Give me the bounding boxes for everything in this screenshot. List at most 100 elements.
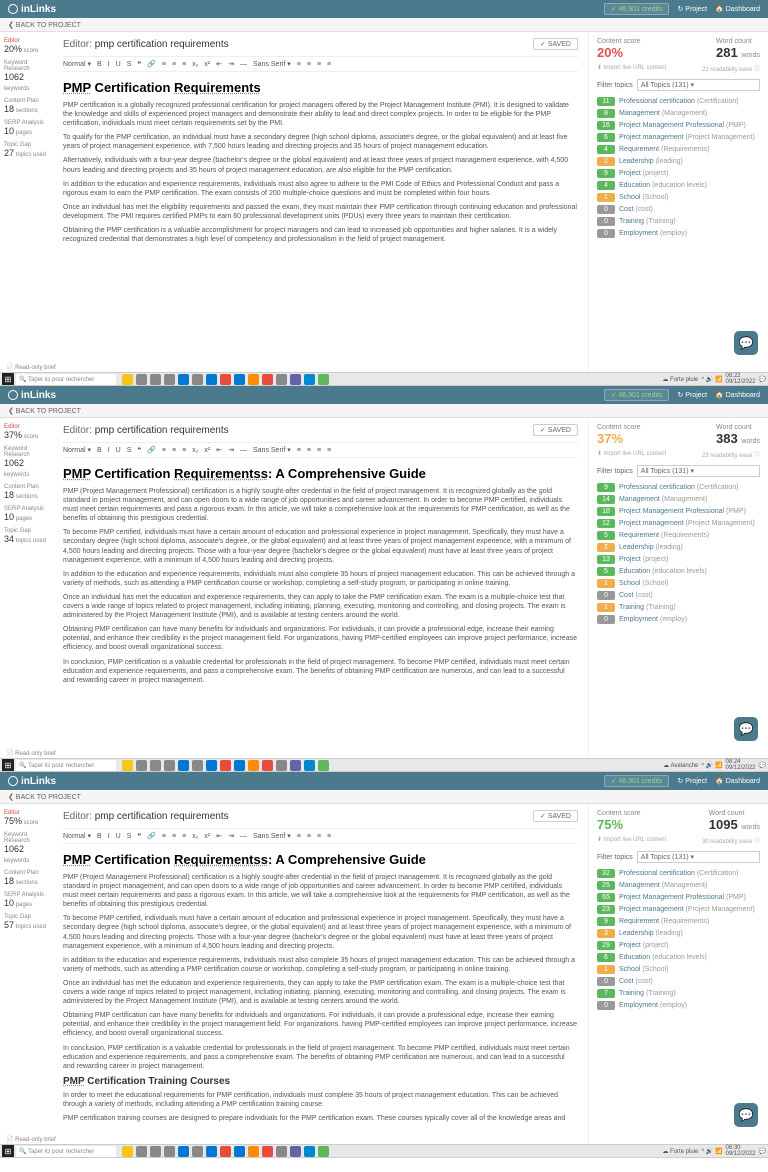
toolbar-btn-6[interactable]: ≡	[162, 61, 166, 68]
toolbar-btn-2[interactable]: U	[116, 61, 121, 68]
content-paragraph[interactable]: PMP (Project Management Professional) ce…	[63, 873, 578, 909]
toolbar-btn-10[interactable]: x²	[204, 61, 210, 68]
chat-fab[interactable]: 💬	[734, 1103, 758, 1127]
back-to-project[interactable]: ❮ BACK TO PROJECT	[8, 793, 81, 801]
topic-row[interactable]: 0 Employment (employ)	[597, 615, 760, 624]
content-heading[interactable]: PMP Certification Requirements	[63, 80, 578, 95]
toolbar-btn-2[interactable]: U	[116, 833, 121, 840]
topic-row[interactable]: 13 Project (project)	[597, 555, 760, 564]
toolbar-btn-10[interactable]: x²	[204, 447, 210, 454]
taskbar-app-icon-4[interactable]	[178, 760, 189, 771]
toolbar-btn-13[interactable]: —	[240, 447, 247, 454]
toolbar-btn-3[interactable]: S	[127, 833, 132, 840]
taskbar-app-icon-0[interactable]	[122, 1146, 133, 1157]
align-right-icon[interactable]: ≡	[317, 447, 321, 454]
tray-icons[interactable]: ^ 🔊 📶	[701, 376, 722, 383]
topic-row[interactable]: 23 Project management (Project Managemen…	[597, 905, 760, 914]
chat-fab[interactable]: 💬	[734, 717, 758, 741]
topic-row[interactable]: 18 Project Management Professional (PMP)	[597, 507, 760, 516]
content-subheading[interactable]: PMP Certification Training Courses	[63, 1076, 578, 1087]
content-paragraph[interactable]: In conclusion, PMP certification is a va…	[63, 1044, 578, 1071]
logo[interactable]: inLinks	[8, 4, 56, 15]
taskbar-app-icon-11[interactable]	[276, 1146, 287, 1157]
taskbar-app-icon-4[interactable]	[178, 374, 189, 385]
credits-badge[interactable]: ✓ 46,901 credits	[604, 775, 670, 787]
back-to-project[interactable]: ❮ BACK TO PROJECT	[8, 21, 81, 29]
topic-row[interactable]: 7 Training (Training)	[597, 989, 760, 998]
clock[interactable]: 08:2209/12/2022	[725, 373, 755, 385]
notifications-icon[interactable]: 💬	[759, 762, 766, 769]
editor-content[interactable]: PMP Certification Requirementss: A Compr…	[63, 852, 578, 1123]
sidebar-keyword-research[interactable]: Keyword Research1062 keywords	[4, 60, 49, 92]
content-paragraph[interactable]: Once an individual has met the education…	[63, 979, 578, 1006]
topic-row[interactable]: 3 Leadership (leading)	[597, 929, 760, 938]
import-url-link[interactable]: ⬇ Import live URL content	[597, 836, 666, 845]
toolbar-btn-12[interactable]: ⇥	[228, 832, 234, 840]
topic-row[interactable]: 2 Leadership (leading)	[597, 157, 760, 166]
align-left-icon[interactable]: ≡	[297, 833, 301, 840]
taskbar-app-icon-3[interactable]	[164, 1146, 175, 1157]
weather-widget[interactable]: ☁ Avalanche	[663, 762, 698, 769]
topic-row[interactable]: 14 Management (Management)	[597, 495, 760, 504]
taskbar-app-icon-6[interactable]	[206, 760, 217, 771]
align-left-icon[interactable]: ≡	[297, 447, 301, 454]
readonly-brief[interactable]: 📄 Read-only brief	[6, 750, 56, 757]
content-paragraph[interactable]: In order to meet the educational require…	[63, 1091, 578, 1109]
topic-row[interactable]: 5 Education (education levels)	[597, 567, 760, 576]
topic-row[interactable]: 65 Project Management Professional (PMP)	[597, 893, 760, 902]
weather-widget[interactable]: ☁ Forte pluie	[662, 376, 698, 383]
content-paragraph[interactable]: Obtaining PMP certification can have man…	[63, 625, 578, 652]
taskbar-app-icon-2[interactable]	[150, 1146, 161, 1157]
taskbar-app-icon-11[interactable]	[276, 760, 287, 771]
align-justify-icon[interactable]: ≡	[327, 447, 331, 454]
toolbar-btn-13[interactable]: —	[240, 833, 247, 840]
taskbar-app-icon-2[interactable]	[150, 374, 161, 385]
toolbar-btn-6[interactable]: ≡	[162, 447, 166, 454]
taskbar-app-icon-12[interactable]	[290, 1146, 301, 1157]
content-paragraph[interactable]: Once an individual has met the eligibili…	[63, 203, 578, 221]
toolbar-btn-0[interactable]: B	[97, 447, 102, 454]
taskbar-app-icon-8[interactable]	[234, 374, 245, 385]
editor-content[interactable]: PMP Certification Requirementss: A Compr…	[63, 466, 578, 685]
tray-icons[interactable]: ^ 🔊 📶	[701, 1148, 722, 1155]
toolbar-btn-8[interactable]: ≡	[182, 61, 186, 68]
style-select[interactable]: Normal ▾	[63, 832, 91, 840]
taskbar-app-icon-14[interactable]	[318, 760, 329, 771]
readonly-brief[interactable]: 📄 Read-only brief	[6, 1136, 56, 1143]
toolbar-btn-0[interactable]: B	[97, 833, 102, 840]
topic-row[interactable]: 0 Employment (employ)	[597, 1001, 760, 1010]
toolbar-btn-3[interactable]: S	[127, 447, 132, 454]
notifications-icon[interactable]: 💬	[759, 1148, 766, 1155]
style-select[interactable]: Normal ▾	[63, 60, 91, 68]
taskbar-app-icon-7[interactable]	[220, 374, 231, 385]
start-button[interactable]	[2, 373, 14, 385]
chat-fab[interactable]: 💬	[734, 331, 758, 355]
topic-row[interactable]: 1 Training (Training)	[597, 603, 760, 612]
filter-topics-select[interactable]: All Topics (131) ▾	[637, 851, 760, 863]
content-paragraph[interactable]: Alternatively, individuals with a four-y…	[63, 156, 578, 174]
toolbar-btn-5[interactable]: 🔗	[147, 60, 156, 68]
align-right-icon[interactable]: ≡	[317, 61, 321, 68]
project-link[interactable]: ↻ Project	[677, 5, 707, 13]
topic-row[interactable]: 1 School (School)	[597, 965, 760, 974]
align-justify-icon[interactable]: ≡	[327, 61, 331, 68]
taskbar-search[interactable]: 🔍 Taper ici pour rechercher	[16, 374, 116, 385]
toolbar-btn-11[interactable]: ⇤	[216, 446, 222, 454]
topic-row[interactable]: 9 Professional certification (Certificat…	[597, 483, 760, 492]
align-right-icon[interactable]: ≡	[317, 833, 321, 840]
topic-row[interactable]: 16 Project Management Professional (PMP)	[597, 121, 760, 130]
content-paragraph[interactable]: PMP (Project Management Professional) ce…	[63, 487, 578, 523]
toolbar-btn-8[interactable]: ≡	[182, 833, 186, 840]
toolbar-btn-1[interactable]: I	[108, 833, 110, 840]
taskbar-app-icon-6[interactable]	[206, 1146, 217, 1157]
align-justify-icon[interactable]: ≡	[327, 833, 331, 840]
taskbar-app-icon-1[interactable]	[136, 760, 147, 771]
content-paragraph[interactable]: To qualify for the PMP certification, an…	[63, 133, 578, 151]
taskbar-app-icon-1[interactable]	[136, 1146, 147, 1157]
content-heading[interactable]: PMP Certification Requirementss: A Compr…	[63, 466, 578, 481]
sidebar-serp-analysis[interactable]: SERP Analysis10 pages	[4, 506, 49, 522]
toolbar-btn-9[interactable]: x₂	[192, 61, 198, 68]
taskbar-app-icon-6[interactable]	[206, 374, 217, 385]
taskbar-app-icon-5[interactable]	[192, 1146, 203, 1157]
content-paragraph[interactable]: PMP certification training courses are d…	[63, 1114, 578, 1123]
